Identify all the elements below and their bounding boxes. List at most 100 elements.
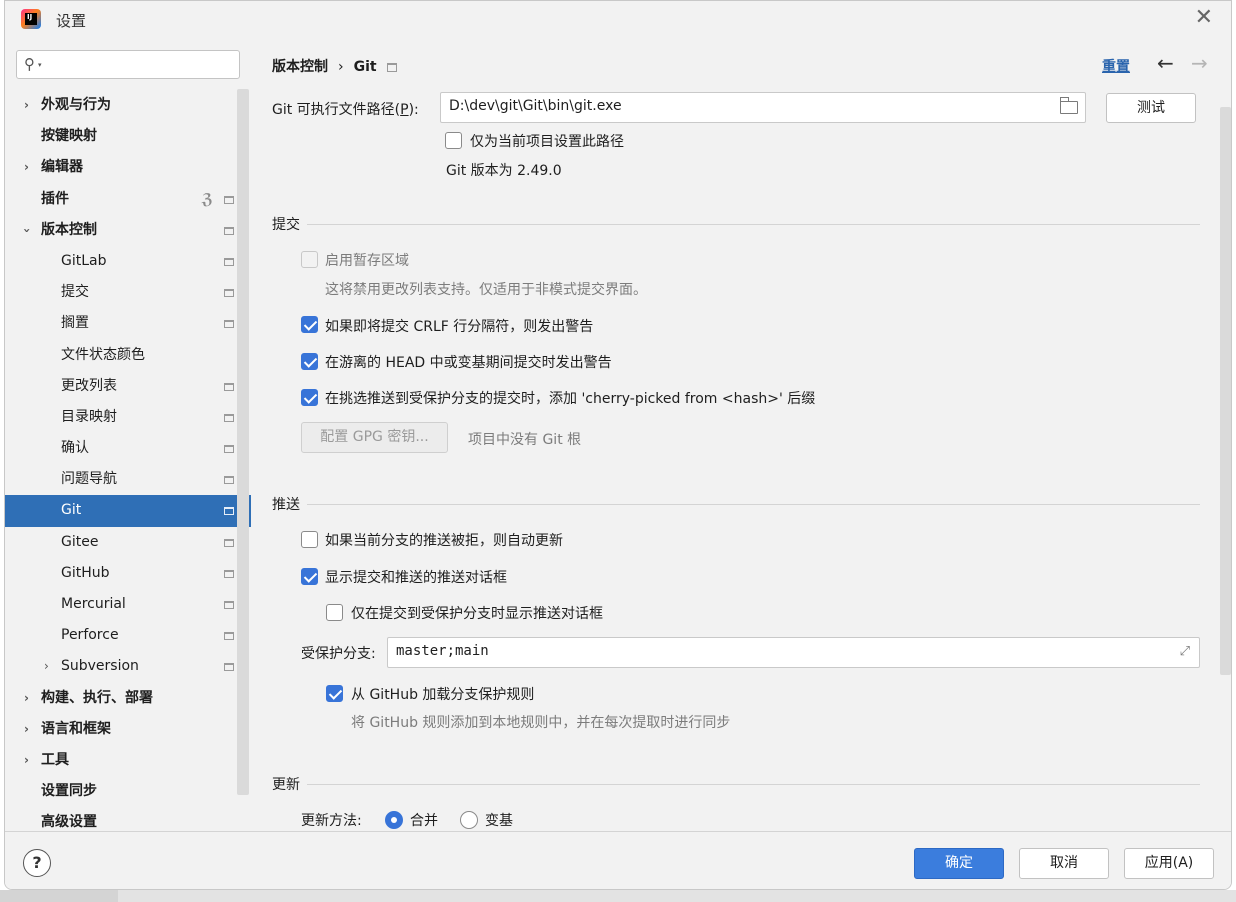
project-level-icon [224,663,234,672]
chevron-right-icon[interactable]: › [24,90,29,121]
update-merge-radio[interactable] [385,811,403,829]
sidebar-item-label: 高级设置 [41,814,97,831]
update-rebase-label: 变基 [485,813,513,829]
breadcrumb-current: Git [353,59,377,75]
github-rules-hint: 将 GitHub 规则添加到本地规则中，并在每次提取时进行同步 [351,715,731,731]
section-divider [307,224,1200,225]
expand-icon[interactable]: ⤢ [1180,644,1190,659]
protected-branches-value: master;main [396,643,489,659]
section-divider [307,784,1200,785]
sidebar-item-label: 提交 [61,284,89,301]
section-divider [307,504,1200,505]
sidebar-item-plugins[interactable]: 插件 ℨ [5,184,251,215]
settings-search-input[interactable] [51,54,231,75]
update-method-label: 更新方法: [301,813,362,829]
configure-gpg-button[interactable]: 配置 GPG 密钥... [301,422,448,453]
sidebar-item-version-control[interactable]: › 版本控制 [5,215,251,246]
sidebar-item-label: 目录映射 [61,408,117,425]
staging-area-checkbox[interactable] [301,251,318,268]
sidebar-scrollbar[interactable] [237,89,249,795]
test-button[interactable]: 测试 [1106,93,1196,123]
project-level-icon [224,601,234,609]
chevron-right-icon[interactable]: › [24,745,29,776]
sidebar-item-editor[interactable]: › 编辑器 [5,152,251,183]
crlf-warning-checkbox[interactable] [301,316,318,333]
sidebar-item-label: 工具 [41,751,69,768]
git-exe-path-field[interactable]: D:\dev\git\Git\bin\git.exe [440,92,1086,123]
sidebar-item-subversion[interactable]: › Subversion [5,651,251,682]
project-level-icon [224,382,234,391]
sidebar-item-gitee[interactable]: Gitee [5,527,251,558]
github-rules-checkbox[interactable] [326,685,343,702]
sidebar-item-label: Gitee [61,533,99,550]
sidebar-item-label: GitHub [61,564,110,581]
project-only-checkbox[interactable] [445,132,462,149]
sidebar-item-tools[interactable]: › 工具 [5,745,251,776]
sidebar-item-label: Git [61,502,82,519]
sidebar-item-appearance[interactable]: › 外观与行为 [5,90,251,121]
sidebar-item-label: 搁置 [61,315,89,332]
sidebar-item-github[interactable]: GitHub [5,558,251,589]
sidebar-item-settings-sync[interactable]: 设置同步 [5,776,251,807]
folder-icon[interactable] [1060,97,1078,114]
sidebar-item-git[interactable]: Git [5,495,251,527]
sidebar-item-issue-navigation[interactable]: 问题导航 [5,464,251,495]
settings-search[interactable]: ⚲ ▾ [16,50,240,79]
sidebar-item-label: 外观与行为 [41,97,111,113]
sidebar-item-gitlab[interactable]: GitLab [5,246,251,277]
sidebar-item-advanced[interactable]: 高级设置 [5,807,251,831]
sidebar-item-build[interactable]: › 构建、执行、部署 [5,683,251,714]
chevron-right-icon[interactable]: › [44,651,49,682]
chevron-down-icon[interactable]: › [11,228,42,233]
sidebar-item-label: 版本控制 [41,221,97,238]
protected-only-checkbox[interactable] [326,604,343,621]
sidebar-item-label: 构建、执行、部署 [41,689,153,706]
chevron-right-icon[interactable]: › [24,714,29,745]
sidebar-item-commit[interactable]: 提交 [5,277,251,308]
commit-section-title: 提交 [272,217,300,233]
background-strip [0,890,1236,902]
cherry-pick-suffix-checkbox[interactable] [301,389,318,406]
back-arrow-icon[interactable]: ← [1157,51,1174,75]
sidebar-item-label: Mercurial [61,596,126,612]
sidebar-item-file-status-colors[interactable]: 文件状态颜色 [5,340,251,371]
github-rules-label: 从 GitHub 加载分支保护规则 [351,687,535,703]
protected-only-label: 仅在提交到受保护分支时显示推送对话框 [351,606,603,622]
sidebar-item-shelf[interactable]: 搁置 [5,308,251,339]
forward-arrow-icon[interactable]: → [1191,51,1208,75]
git-exe-path-value: D:\dev\git\Git\bin\git.exe [449,98,622,114]
close-icon[interactable]: ✕ [1195,7,1213,29]
auto-update-label: 如果当前分支的推送被拒，则自动更新 [325,533,563,549]
detached-head-label: 在游离的 HEAD 中或变基期间提交时发出警告 [325,355,612,371]
cancel-button[interactable]: 取消 [1019,848,1109,879]
sidebar-item-languages[interactable]: › 语言和框架 [5,714,251,745]
reset-link[interactable]: 重置 [1102,56,1130,76]
project-level-icon [224,195,234,204]
sidebar-item-perforce[interactable]: Perforce [5,620,251,651]
sidebar-item-directory-mappings[interactable]: 目录映射 [5,402,251,433]
search-options-caret-icon[interactable]: ▾ [38,61,42,69]
content-scrollbar[interactable] [1220,107,1231,675]
sidebar-item-confirmation[interactable]: 确认 [5,433,251,464]
breadcrumb-parent[interactable]: 版本控制 [272,56,328,76]
detached-head-checkbox[interactable] [301,353,318,370]
sidebar-item-changelists[interactable]: 更改列表 [5,371,251,402]
update-rebase-radio[interactable] [460,811,478,829]
ok-button[interactable]: 确定 [914,848,1004,879]
sidebar-item-label: 语言和框架 [41,720,111,737]
help-icon[interactable]: ? [23,849,51,877]
staging-area-hint: 这将禁用更改列表支持。仅适用于非模式提交界面。 [325,282,647,298]
project-level-icon [224,538,234,547]
sidebar-item-keymap[interactable]: 按键映射 [5,121,251,152]
chevron-right-icon[interactable]: › [24,683,29,714]
protected-branches-field[interactable]: master;main ⤢ [387,637,1200,668]
sidebar-item-label: 文件状态颜色 [61,346,145,363]
auto-update-checkbox[interactable] [301,531,318,548]
apply-button[interactable]: 应用(A) [1124,848,1214,879]
project-level-icon [224,257,234,266]
git-exe-label: Git 可执行文件路径(P): [272,102,419,118]
sidebar-item-mercurial[interactable]: Mercurial [5,589,251,620]
staging-area-label: 启用暂存区域 [325,253,409,269]
chevron-right-icon[interactable]: › [24,152,29,183]
show-push-dialog-checkbox[interactable] [301,568,318,585]
